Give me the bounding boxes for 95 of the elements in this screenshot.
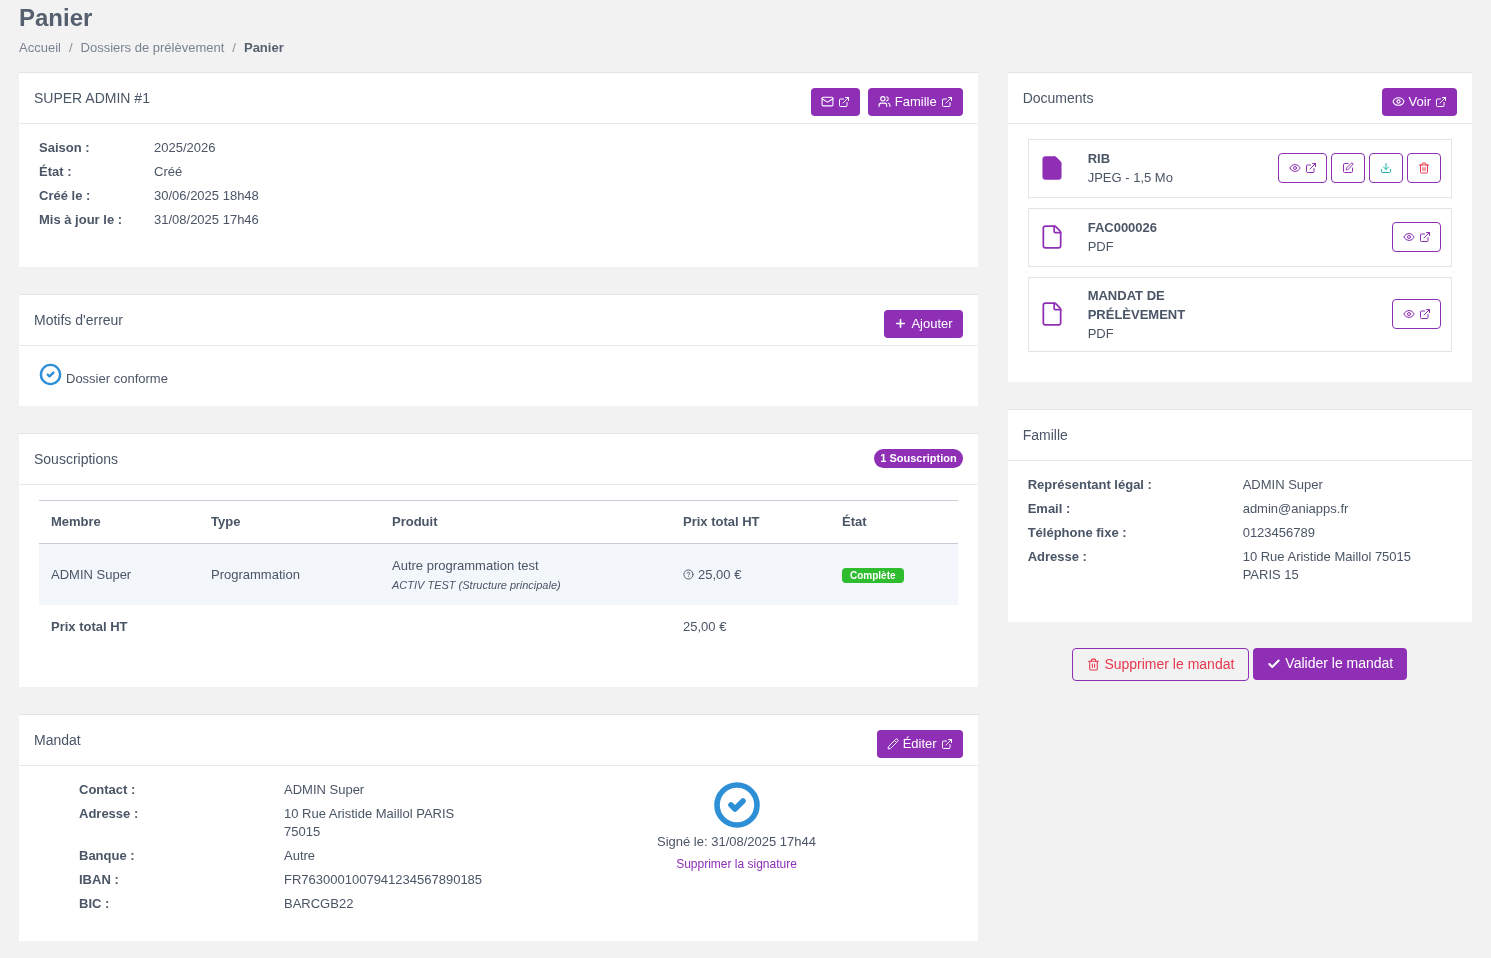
download-icon: [1380, 162, 1392, 174]
pencil-icon: [886, 738, 899, 750]
trash-icon: [1087, 657, 1101, 671]
panel-title: Motifs d'erreur: [34, 310, 124, 330]
structure-text: ACTIV TEST (Structure principale): [392, 578, 562, 593]
field-label: Représentant légal :: [1027, 475, 1153, 494]
document-meta: PDF: [1087, 324, 1115, 343]
mail-icon: [820, 95, 834, 108]
field-label: Adresse :: [79, 805, 140, 823]
document-action-button[interactable]: [1331, 153, 1365, 183]
eye-icon: [1288, 162, 1301, 174]
delete-mandate-button[interactable]: Supprimer le mandat: [1072, 647, 1250, 681]
field-value: FR7630001007941234567890185: [284, 871, 483, 889]
column-header: Type: [211, 513, 242, 532]
table-cell-text: 25,00 €: [698, 565, 742, 584]
document-action-button[interactable]: [1392, 299, 1441, 329]
users-icon: [877, 95, 891, 108]
field-label: BIC :: [79, 895, 111, 913]
document-action-button[interactable]: [1278, 153, 1327, 183]
field-label: Contact :: [79, 781, 137, 799]
check-icon: [1267, 656, 1282, 671]
eye-icon: [1402, 231, 1415, 243]
column-header: Prix total HT: [683, 513, 761, 532]
field-label: Saison :: [39, 138, 91, 157]
external-link-icon: [1418, 308, 1431, 320]
field-value: 30/06/2025 18h48: [154, 186, 259, 205]
panel-title: Famille: [1022, 425, 1068, 445]
field-value: Autre: [284, 847, 316, 865]
field-label: Mis à jour le :: [39, 210, 124, 229]
external-link-icon: [1435, 95, 1447, 108]
panel-title: Documents: [1022, 88, 1094, 108]
column-header: Produit: [392, 513, 439, 532]
document-action-button[interactable]: [1407, 153, 1441, 183]
add-button[interactable]: Ajouter: [884, 309, 963, 338]
field-value: BARCGB22: [284, 895, 354, 913]
field-value: 10 Rue Aristide Maillol 75015 PARIS 15: [1242, 547, 1413, 584]
email-button[interactable]: [810, 87, 860, 116]
external-link-icon: [1418, 231, 1431, 243]
page-title: Panier: [19, 3, 94, 30]
field-value: Créé: [154, 162, 183, 181]
count-badge: 1 Souscription: [874, 449, 963, 468]
status-text: Dossier conforme: [66, 369, 168, 388]
breadcrumb-link[interactable]: Panier: [243, 38, 284, 58]
edit-icon: [1342, 162, 1354, 174]
field-label: IBAN :: [79, 871, 120, 889]
document-name: MANDAT DE PRÉLÈVEMENT: [1087, 286, 1187, 324]
edit-button[interactable]: Éditer: [876, 730, 963, 758]
column-header: Membre: [51, 513, 102, 532]
field-value: 31/08/2025 17h46: [154, 210, 259, 229]
total-label: Prix total HT: [51, 618, 129, 637]
field-value: ADMIN Super: [284, 781, 365, 799]
family-button[interactable]: Famille: [867, 87, 963, 116]
table-cell-text: Autre programmation test: [392, 556, 540, 575]
breadcrumb-separator: /: [232, 39, 236, 57]
view-button[interactable]: Voir: [1381, 87, 1457, 116]
table-cell-text: Programmation: [211, 565, 301, 584]
document-meta: PDF: [1087, 238, 1115, 256]
validate-mandate-button[interactable]: Valider le mandat: [1253, 647, 1408, 680]
breadcrumb-link[interactable]: Dossiers de prélèvement: [80, 38, 225, 58]
status-badge: Complète: [842, 567, 904, 583]
external-link-icon: [940, 95, 953, 108]
field-label: Adresse :: [1027, 547, 1088, 566]
panel-title: SUPER ADMIN #1: [34, 88, 150, 108]
trash-icon: [1418, 162, 1430, 174]
total-value: 25,00 €: [683, 618, 728, 637]
field-value: 0123456789: [1242, 523, 1315, 542]
field-value: ADMIN Super: [1242, 475, 1323, 494]
external-link-icon: [837, 95, 850, 108]
field-value: 10 Rue Aristide Maillol PARIS 75015: [284, 805, 456, 841]
table-cell-text: ADMIN Super: [51, 565, 133, 584]
eye-icon: [1402, 308, 1415, 320]
breadcrumb-separator: /: [68, 39, 73, 57]
document-name: RIB: [1087, 150, 1112, 168]
panel-title: Mandat: [34, 731, 81, 750]
field-value: admin@aniapps.fr: [1242, 499, 1349, 518]
column-header: État: [842, 513, 868, 532]
field-label: Téléphone fixe :: [1027, 523, 1128, 542]
remove-signature-link[interactable]: Supprimer la signature: [676, 854, 797, 873]
signed-text: Signé le: 31/08/2025 17h44: [657, 833, 816, 851]
field-label: Créé le :: [39, 186, 92, 205]
document-name: FAC000026: [1087, 219, 1159, 237]
field-label: Banque :: [79, 847, 136, 865]
field-value: 2025/2026: [154, 138, 216, 157]
panel-title: Souscriptions: [34, 450, 119, 469]
document-meta: JPEG - 1,5 Mo: [1087, 169, 1174, 187]
external-link-icon: [940, 738, 953, 750]
plus-icon: [894, 317, 908, 330]
document-action-button[interactable]: [1392, 222, 1441, 252]
field-label: État :: [39, 162, 73, 181]
breadcrumb-link[interactable]: Accueil: [19, 38, 61, 58]
field-label: Email :: [1027, 499, 1072, 518]
external-link-icon: [1304, 162, 1317, 174]
eye-icon: [1391, 95, 1405, 108]
help-icon: [683, 569, 694, 580]
document-action-button[interactable]: [1369, 153, 1403, 183]
